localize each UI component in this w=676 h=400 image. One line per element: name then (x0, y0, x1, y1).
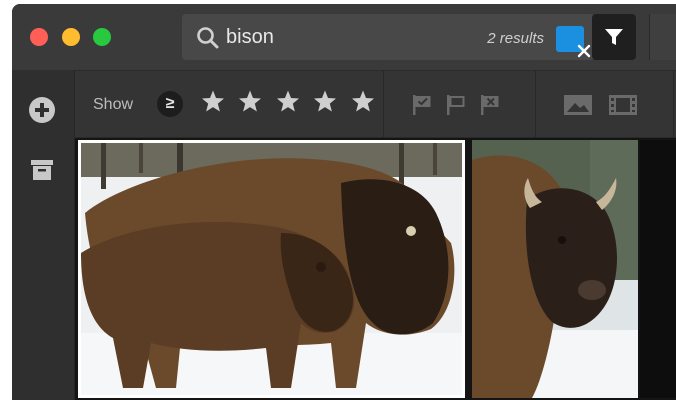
search-field[interactable]: bison 2 results (182, 14, 594, 60)
app-window: bison 2 results Show ≥ (12, 4, 676, 400)
show-label: Show (93, 96, 134, 113)
flag-x-icon[interactable] (479, 94, 501, 116)
star-icon[interactable] (276, 89, 300, 113)
filter-toolbar: Show ≥ (75, 71, 676, 138)
close-window-button[interactable] (30, 28, 48, 46)
archive-icon[interactable] (30, 158, 54, 182)
search-results-count: 2 results (487, 30, 544, 47)
photo-icon[interactable] (564, 95, 592, 115)
photo-thumbnail[interactable] (640, 140, 676, 398)
photo-thumbnail-selected[interactable] (78, 140, 465, 398)
photo-thumbnail[interactable] (472, 140, 638, 398)
toolbar-overflow (649, 14, 676, 60)
filter-button[interactable] (592, 14, 636, 60)
star-rating-filter[interactable] (201, 89, 384, 118)
search-query[interactable]: bison (226, 26, 274, 49)
sidebar (12, 70, 75, 400)
star-icon[interactable] (313, 89, 337, 113)
bison-photo (81, 143, 462, 395)
film-icon[interactable] (609, 95, 637, 115)
star-icon[interactable] (238, 89, 262, 113)
star-icon[interactable] (351, 89, 375, 113)
star-icon[interactable] (201, 89, 225, 113)
clear-search-button[interactable] (556, 26, 591, 58)
photo-grid (75, 138, 676, 400)
plus-circle-icon[interactable] (29, 97, 55, 123)
zoom-window-button[interactable] (93, 28, 111, 46)
bison-photo (472, 140, 638, 398)
toolbar-divider (535, 71, 536, 137)
search-icon (197, 27, 219, 49)
minimize-window-button[interactable] (62, 28, 80, 46)
flag-icon[interactable] (445, 94, 467, 116)
toolbar-divider (673, 71, 674, 137)
title-bar: bison 2 results (12, 4, 676, 71)
toolbar-divider (383, 71, 384, 137)
filter-icon (605, 29, 623, 45)
rating-operator-button[interactable]: ≥ (157, 91, 183, 117)
flag-check-icon[interactable] (411, 94, 433, 116)
